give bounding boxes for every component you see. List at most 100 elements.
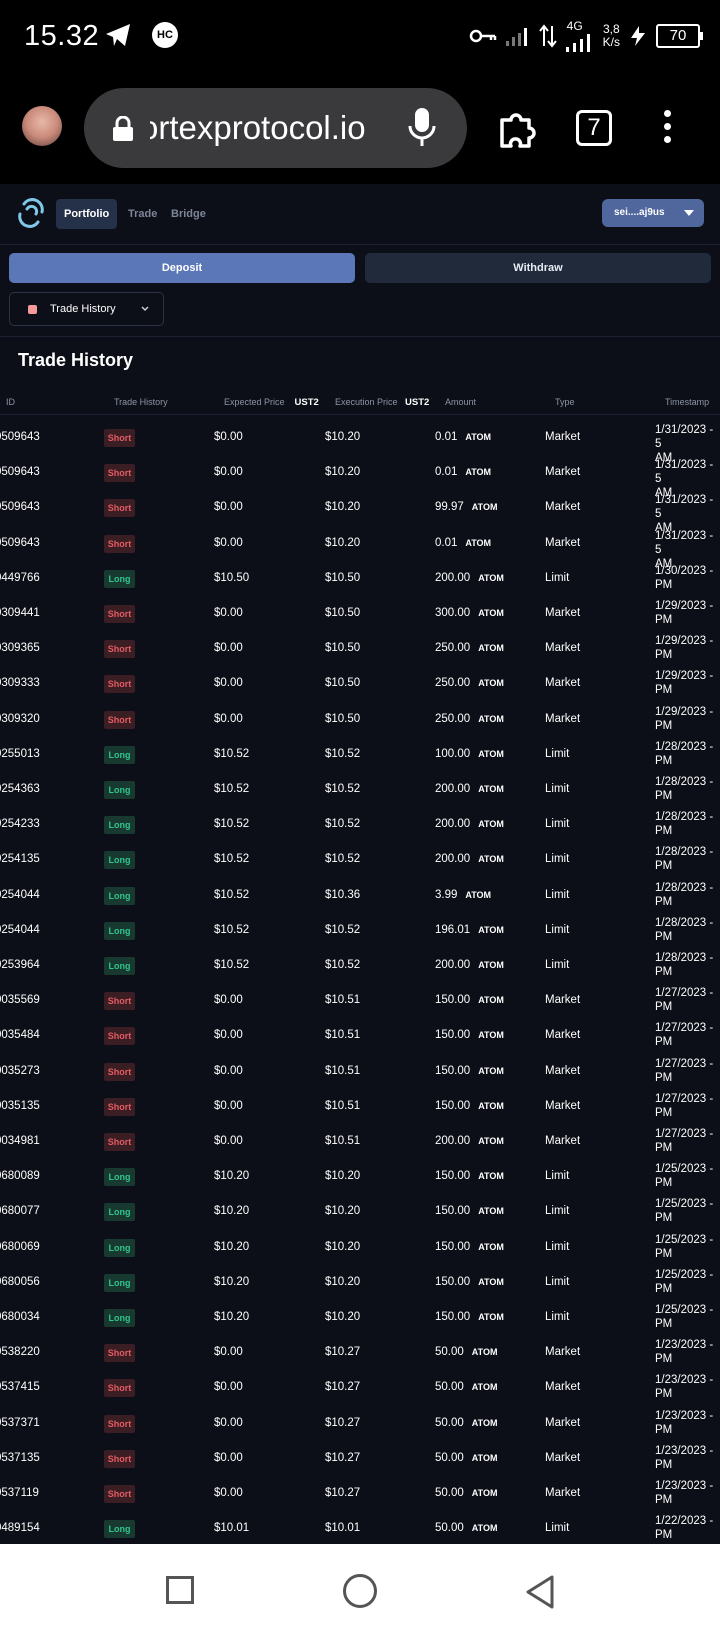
amount-value: 50.00: [435, 1381, 464, 1394]
timestamp-period: PM: [655, 1458, 673, 1471]
expected-price: $10.20: [214, 1205, 250, 1218]
timestamp-period: PM: [655, 649, 673, 662]
wallet-button[interactable]: sei....aj9us: [602, 199, 704, 227]
asset-symbol: ATOM: [471, 1488, 498, 1498]
table-row[interactable]: 0254363 Long $10.52 $10.52 200.00 ATOM Limit 1/…: [0, 772, 720, 807]
tab-portfolio[interactable]: Portfolio: [56, 199, 118, 229]
deposit-button[interactable]: Deposit: [9, 253, 355, 283]
trade-id-value: 0309365: [0, 642, 40, 655]
table-row[interactable]: 0538220 Short $0.00 $10.27 50.00 ATOM Market 1/…: [0, 1335, 720, 1370]
amount-value: 100.00: [435, 747, 471, 760]
order-type: Limit: [545, 1311, 570, 1323]
table-row[interactable]: 0537415 Short $0.00 $10.27 50.00 ATOM Market 1/…: [0, 1370, 720, 1405]
more-icon[interactable]: [664, 110, 672, 149]
table-row[interactable]: 0309441 Short $0.00 $10.50 300.00 ATOM Market 1…: [0, 596, 720, 631]
table-row[interactable]: 0680056 Long $10.20 $10.20 150.00 ATOM Limit 1/…: [0, 1265, 720, 1300]
side-badge: Short: [104, 1133, 135, 1151]
table-row[interactable]: 0254135 Long $10.52 $10.52 200.00 ATOM Limit 1/…: [0, 842, 720, 877]
table-row[interactable]: 0309333 Short $0.00 $10.50 250.00 ATOM Market 1…: [0, 666, 720, 701]
app-logo-icon[interactable]: [16, 198, 46, 228]
table-row[interactable]: 0254044 Long $10.52 $10.52 196.01 ATOM Limit 1/…: [0, 913, 720, 948]
timestamp-period: PM: [655, 1001, 673, 1014]
amount: 150.00 ATOM: [435, 1159, 504, 1194]
table-row[interactable]: 0255013 Long $10.52 $10.52 100.00 ATOM Limit 1/…: [0, 737, 720, 772]
table-row[interactable]: 0035135 Short $0.00 $10.51 150.00 ATOM Market 1…: [0, 1089, 720, 1124]
timestamp: 1/27/2023 - PM: [655, 1127, 720, 1155]
view-select[interactable]: Trade History: [9, 292, 164, 326]
table-row[interactable]: 0509643 Short $0.00 $10.20 0.01 ATOM Market 1/3…: [0, 420, 720, 464]
amount-value: 150.00: [435, 1029, 471, 1042]
table-row[interactable]: 0680069 Long $10.20 $10.20 150.00 ATOM Limit 1/…: [0, 1230, 720, 1265]
table-row[interactable]: 0680077 Long $10.20 $10.20 150.00 ATOM Limit 1/…: [0, 1194, 720, 1229]
execution-price: $10.27: [325, 1346, 361, 1359]
timestamp: 1/28/2023 - PM: [655, 916, 720, 944]
table-row[interactable]: 0035569 Short $0.00 $10.51 150.00 ATOM Market 1…: [0, 983, 720, 1018]
trade-id-value: 0035484: [0, 1029, 40, 1042]
asset-symbol: ATOM: [478, 1030, 504, 1041]
url-text[interactable]: ortexprotocol.io: [150, 106, 400, 150]
table-row[interactable]: 0537371 Short $0.00 $10.27 50.00 ATOM Market 1/…: [0, 1406, 720, 1441]
timestamp: 1/28/2023 - PM: [655, 810, 720, 838]
table-row[interactable]: 0509643 Short $0.00 $10.20 99.97 ATOM Market 1/…: [0, 490, 720, 534]
timestamp: 1/28/2023 - PM: [655, 845, 720, 873]
url-value: ortexprotocol.io: [150, 109, 366, 146]
table-row[interactable]: 0309365 Short $0.00 $10.50 250.00 ATOM Market 1…: [0, 631, 720, 666]
asset-symbol: ATOM: [478, 819, 504, 830]
order-type: Market: [545, 1135, 581, 1147]
expected-price: $10.52: [214, 853, 250, 866]
execution-price: $10.20: [325, 501, 361, 514]
square-nav-icon[interactable]: [166, 1576, 194, 1604]
amount: 50.00 ATOM: [435, 1335, 497, 1370]
execution-price: $10.20: [325, 1205, 361, 1218]
table-row[interactable]: 0309320 Short $0.00 $10.50 250.00 ATOM Market 1…: [0, 702, 720, 737]
avatar[interactable]: [22, 106, 62, 146]
signal-icon: [565, 34, 590, 52]
timestamp-date: 1/27/2023 -: [655, 987, 714, 1000]
tab-trade[interactable]: Trade: [128, 199, 157, 229]
expected-price: $10.52: [214, 888, 250, 901]
table-row[interactable]: 0680034 Long $10.20 $10.20 150.00 ATOM Limit 1/…: [0, 1300, 720, 1335]
amount-value: 250.00: [435, 712, 471, 725]
amount-value: 0.01: [435, 431, 458, 443]
timestamp-period: PM: [655, 966, 673, 978]
mic-icon[interactable]: [407, 106, 437, 150]
side-badge: Short: [104, 429, 135, 447]
table-row[interactable]: 0680089 Long $10.20 $10.20 150.00 ATOM Limit 1/…: [0, 1159, 720, 1194]
timestamp: 1/23/2023 - PM: [655, 1338, 720, 1366]
extensions-icon[interactable]: [498, 108, 540, 148]
amount-value: 50.00: [435, 1451, 464, 1464]
withdraw-button[interactable]: Withdraw: [365, 253, 711, 283]
table-row[interactable]: 0509643 Short $0.00 $10.20 0.01 ATOM Market 1/3…: [0, 455, 720, 499]
table-row[interactable]: 0253964 Long $10.52 $10.52 200.00 ATOM Limit 1/…: [0, 948, 720, 983]
caret-down-icon: [684, 210, 694, 216]
trade-id-value: 0680089: [0, 1170, 40, 1183]
tab-bridge[interactable]: Bridge: [171, 199, 206, 229]
table-row[interactable]: 0254233 Long $10.52 $10.52 200.00 ATOM Limit 1/…: [0, 807, 720, 842]
asset-symbol: ATOM: [465, 467, 492, 478]
table-row[interactable]: 0509643 Short $0.00 $10.20 0.01 ATOM Market 1/3…: [0, 526, 720, 570]
asset-symbol: ATOM: [471, 1347, 498, 1358]
side-badge: Short: [104, 1097, 135, 1116]
circle-nav-icon[interactable]: [343, 1574, 377, 1608]
trade-id-value: 0035273: [0, 1064, 40, 1077]
order-type: Market: [545, 466, 581, 479]
table-row[interactable]: 0489154 Long $10.01 $10.01 50.00 ATOM Limit 1/2…: [0, 1511, 720, 1544]
side-badge: Long: [104, 1168, 135, 1187]
timestamp-period: PM: [655, 1036, 673, 1049]
trade-id: 0537119: [0, 1476, 100, 1511]
table-row[interactable]: 0035484 Short $0.00 $10.51 150.00 ATOM Market 1…: [0, 1018, 720, 1053]
expected-price: $10.20: [214, 1170, 250, 1183]
expected-price: $0.00: [214, 1346, 243, 1359]
table-row[interactable]: 0449766 Long $10.50 $10.50 200.00 ATOM Limit 1/…: [0, 561, 720, 596]
trade-id: 0449766: [0, 561, 100, 596]
back-nav-icon[interactable]: [524, 1574, 556, 1610]
side-badge: Short: [104, 1027, 135, 1046]
address-bar[interactable]: ortexprotocol.io: [84, 88, 467, 168]
table-row[interactable]: 0034981 Short $0.00 $10.51 200.00 ATOM Market 1…: [0, 1124, 720, 1159]
table-row[interactable]: 0254044 Long $10.52 $10.36 3.99 ATOM Limit 1/28…: [0, 878, 720, 913]
table-row[interactable]: 0537135 Short $0.00 $10.27 50.00 ATOM Market 1/…: [0, 1441, 720, 1476]
amount: 0.01 ATOM: [435, 526, 491, 561]
tab-switcher-button[interactable]: 7: [576, 110, 612, 146]
table-row[interactable]: 0035273 Short $0.00 $10.51 150.00 ATOM Market 1…: [0, 1054, 720, 1089]
table-row[interactable]: 0537119 Short $0.00 $10.27 50.00 ATOM Market 1/…: [0, 1476, 720, 1511]
